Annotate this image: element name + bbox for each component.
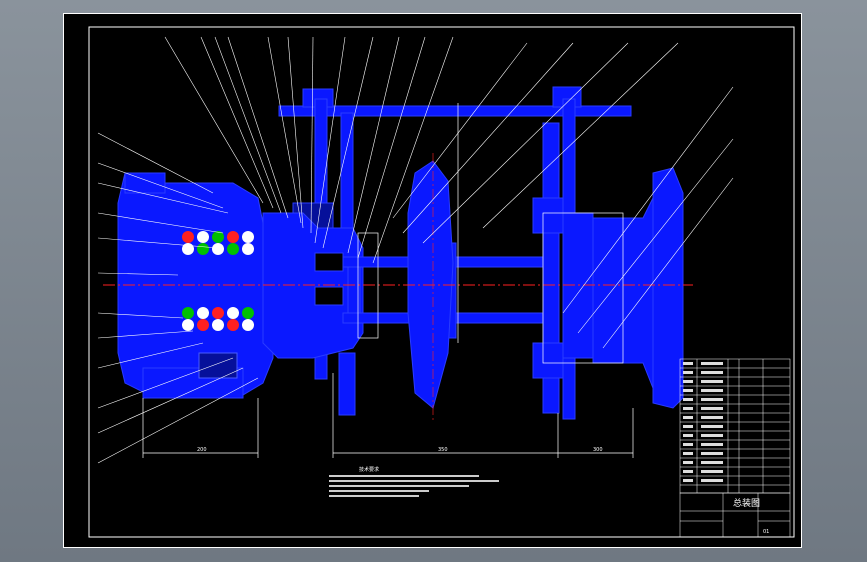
drawing-title: 总装图 [733, 497, 760, 509]
notes-heading: 技术要求 [359, 466, 379, 473]
drawing-sheet: 200 350 300 技术要求 总装图 01 [63, 13, 802, 548]
housing-flange-top [124, 172, 166, 194]
right-wheel-rim [652, 167, 684, 409]
bearing-block-upper [532, 197, 564, 234]
dimension-label: 300 [593, 447, 603, 453]
hub-bore-bottom [314, 286, 344, 306]
dimension-label: 350 [438, 447, 448, 453]
assembly-drawing: 200 350 300 技术要求 总装图 01 [63, 13, 802, 548]
drawing-number: 01 [763, 529, 769, 535]
notes-scribble [329, 475, 499, 497]
lower-post [338, 352, 356, 416]
bearing-block-lower [532, 342, 564, 379]
hub-bore-top [314, 252, 344, 272]
hatch-block [198, 352, 238, 379]
dimension-label: 200 [197, 447, 207, 453]
parts-list [679, 358, 791, 494]
